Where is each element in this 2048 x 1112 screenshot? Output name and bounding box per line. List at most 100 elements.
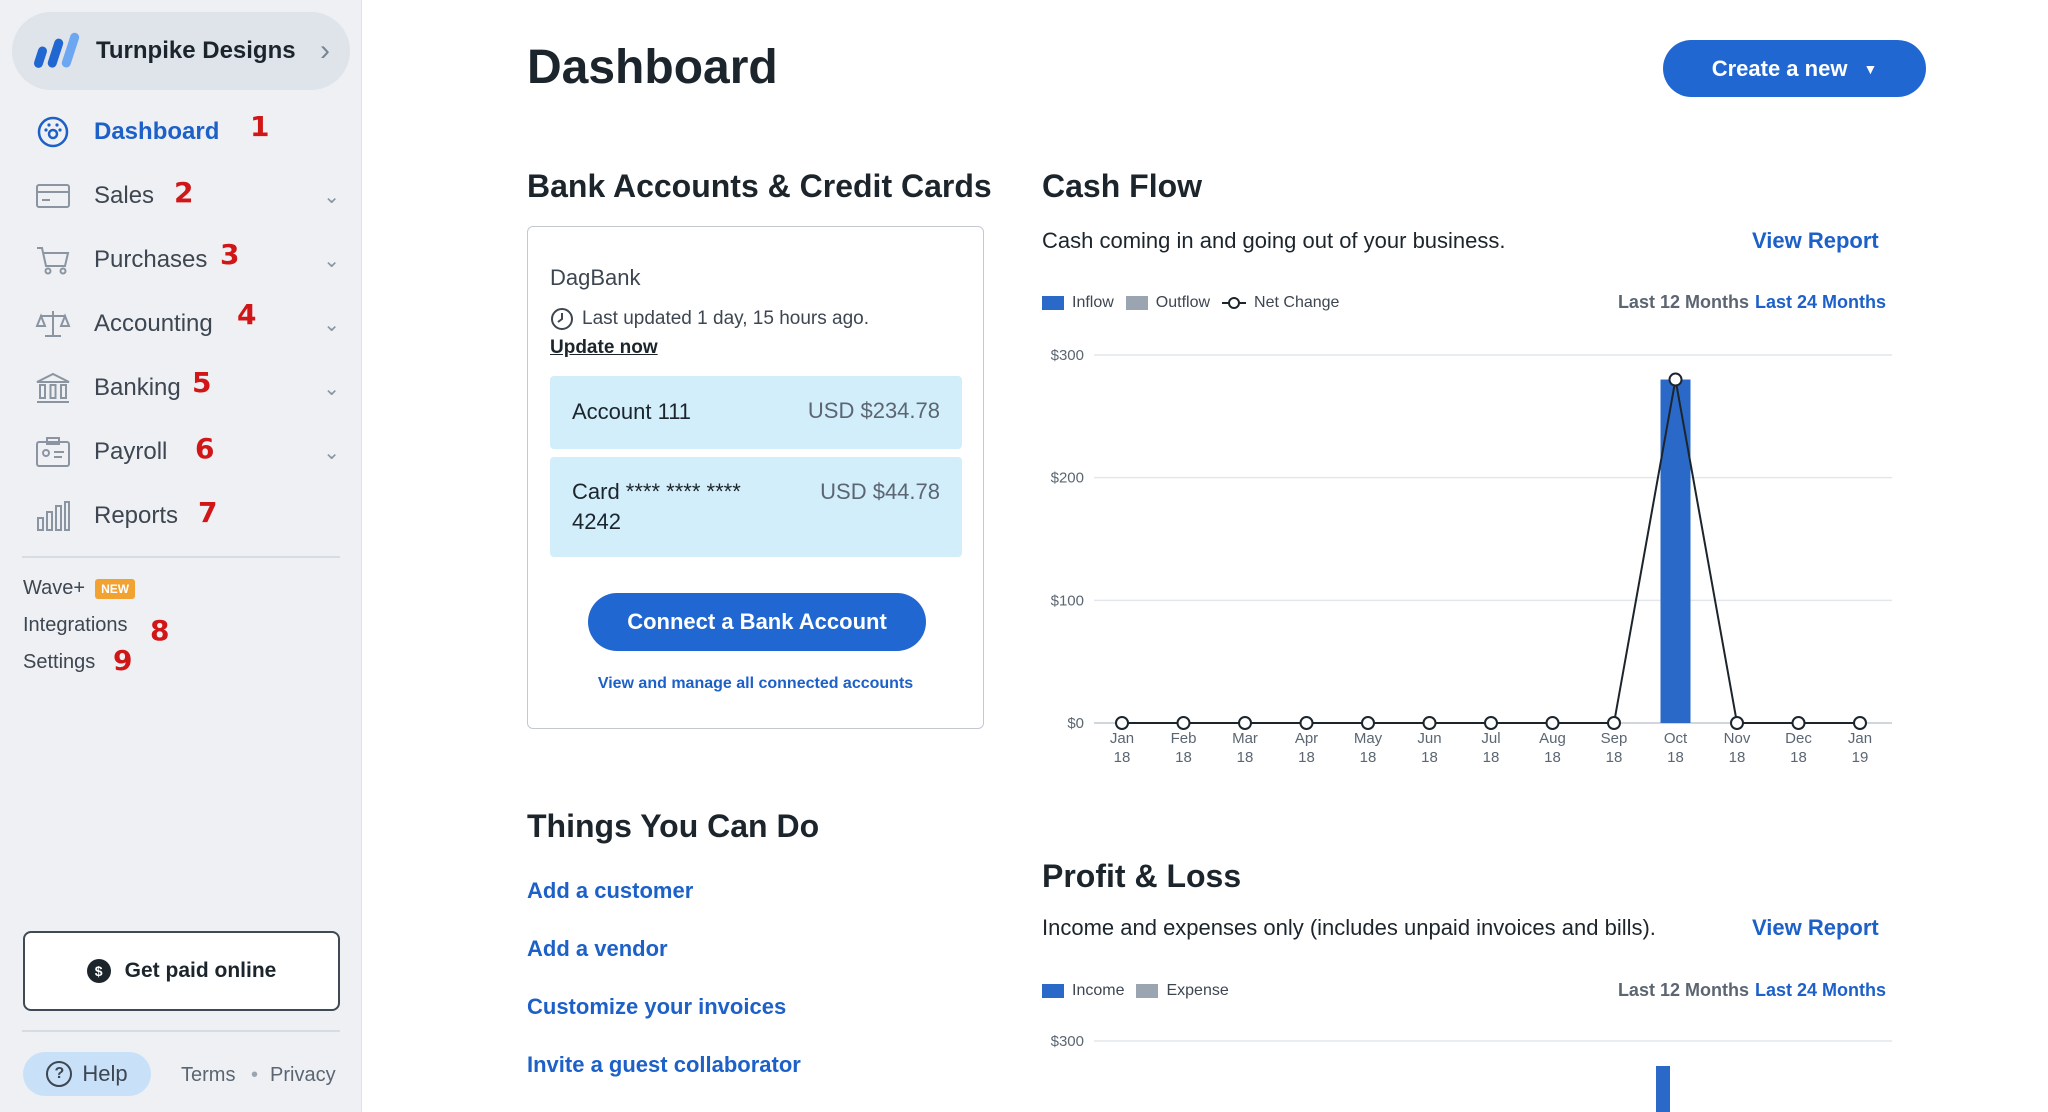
net-change-point <box>1607 716 1621 730</box>
annotation-marker: 8 <box>150 614 170 647</box>
sidebar-nav: Dashboard 1 Sales 2 ⌄ Purchases 3 ⌄ Acco… <box>0 100 362 548</box>
last-updated: Last updated 1 day, 15 hours ago. <box>550 307 869 331</box>
range-last-12-months[interactable]: Last 12 Months <box>1618 980 1749 1000</box>
x-tick-label: Dec 18 <box>1785 730 1812 766</box>
wave-logo-icon <box>33 32 80 68</box>
sidebar-item-reports[interactable]: Reports 7 <box>0 484 362 548</box>
chevron-down-icon: ⌄ <box>323 378 340 400</box>
cash-flow-view-report-link[interactable]: View Report <box>1752 228 1879 254</box>
legend-label: Income <box>1072 982 1125 999</box>
net-change-line <box>1122 379 1860 724</box>
x-tick-label: Oct 18 <box>1664 730 1688 766</box>
annotation-marker: 6 <box>195 432 215 465</box>
sidebar-link-integrations[interactable]: Integrations <box>23 614 128 637</box>
create-new-label: Create a new <box>1711 55 1848 81</box>
y-tick-label: $300 <box>1051 347 1084 364</box>
profit-loss-range: Last 12 Months Last 24 Months <box>1618 980 1886 1001</box>
sidebar-item-label: Payroll <box>94 438 168 465</box>
cash-flow-legend: Inflow Outflow Net Change <box>1042 294 1351 312</box>
x-tick-label: May 18 <box>1354 730 1383 766</box>
dollar-icon: $ <box>86 959 111 983</box>
y-tick-label: $100 <box>1051 592 1084 609</box>
sidebar-link-wave-plus[interactable]: Wave+ NEW <box>23 577 136 600</box>
sidebar-link-settings[interactable]: Settings <box>23 651 95 674</box>
help-button[interactable]: ? Help <box>23 1052 151 1096</box>
x-tick-label: Mar 18 <box>1232 730 1258 766</box>
create-new-button[interactable]: Create a new ▼ <box>1663 40 1926 97</box>
x-tick-label: Jun 18 <box>1417 730 1441 766</box>
range-last-24-months[interactable]: Last 24 Months <box>1755 980 1886 1000</box>
net-change-swatch-icon <box>1222 297 1247 309</box>
net-change-point <box>1115 716 1129 730</box>
x-tick-label: Aug 18 <box>1539 730 1566 766</box>
clock-icon <box>551 308 573 330</box>
bank-accounts-card: DagBank Last updated 1 day, 15 hours ago… <box>527 226 984 729</box>
annotation-marker: 2 <box>174 176 194 209</box>
sidebar-item-accounting[interactable]: Accounting 4 ⌄ <box>0 292 362 356</box>
customize-invoices-link[interactable]: Customize your invoices <box>527 994 786 1020</box>
cart-icon <box>34 243 72 277</box>
annotation-marker: 1 <box>250 110 270 143</box>
manage-accounts-link[interactable]: View and manage all connected accounts <box>528 675 983 693</box>
legend-item-income: Income <box>1042 982 1124 1000</box>
terms-link[interactable]: Terms <box>181 1064 235 1087</box>
x-tick-label: Apr 18 <box>1295 730 1318 766</box>
y-tick-label: $0 <box>1067 715 1084 732</box>
sidebar-item-label: Sales <box>94 182 155 209</box>
net-change-point <box>1176 716 1191 730</box>
sidebar-item-dashboard[interactable]: Dashboard 1 <box>0 100 362 164</box>
add-customer-link[interactable]: Add a customer <box>527 878 693 904</box>
bank-accounts-heading: Bank Accounts & Credit Cards <box>527 168 992 204</box>
legend-item-net-change: Net Change <box>1222 294 1339 312</box>
invite-collaborator-link[interactable]: Invite a guest collaborator <box>527 1052 801 1078</box>
net-change-point <box>1853 716 1867 730</box>
x-tick-label: Feb 18 <box>1171 730 1197 766</box>
sidebar-item-purchases[interactable]: Purchases 3 ⌄ <box>0 228 362 292</box>
sidebar-item-banking[interactable]: Banking 5 ⌄ <box>0 356 362 420</box>
account-row[interactable]: Card **** **** **** 4242 USD $44.78 <box>550 457 962 557</box>
net-change-point <box>1361 716 1375 730</box>
settings-label: Settings <box>23 651 96 673</box>
sidebar-item-sales[interactable]: Sales 2 ⌄ <box>0 164 362 228</box>
chevron-right-icon: › <box>320 34 330 67</box>
legend-swatch <box>1136 984 1159 998</box>
add-vendor-link[interactable]: Add a vendor <box>527 936 668 962</box>
update-now-link[interactable]: Update now <box>550 337 658 359</box>
net-change-point <box>1299 716 1314 730</box>
sidebar-item-label: Banking <box>94 374 181 401</box>
privacy-link[interactable]: Privacy <box>270 1064 336 1087</box>
annotation-marker: 5 <box>192 366 212 399</box>
account-balance: USD $234.78 <box>807 398 940 423</box>
profit-loss-heading: Profit & Loss <box>1042 858 1242 894</box>
inflow-bar <box>1660 379 1691 723</box>
cash-flow-subtitle: Cash coming in and going out of your bus… <box>1042 228 1506 253</box>
net-change-point <box>1730 716 1744 730</box>
legend-label: Inflow <box>1072 294 1114 311</box>
account-name: Account 111 <box>572 399 692 424</box>
account-row[interactable]: Account 111 USD $234.78 <box>550 376 962 449</box>
profit-loss-view-report-link[interactable]: View Report <box>1752 915 1879 941</box>
chevron-down-icon: ⌄ <box>323 442 340 464</box>
get-paid-online-button[interactable]: $ Get paid online <box>23 931 340 1011</box>
scale-icon <box>34 307 72 341</box>
annotation-marker: 9 <box>113 644 133 677</box>
bank-icon <box>34 371 72 405</box>
page-title: Dashboard <box>527 41 778 94</box>
net-change-point <box>1484 716 1498 730</box>
sidebar-item-payroll[interactable]: Payroll 6 ⌄ <box>0 420 362 484</box>
range-last-24-months[interactable]: Last 24 Months <box>1755 292 1886 312</box>
bank-name: DagBank <box>550 265 641 290</box>
cash-flow-heading: Cash Flow <box>1042 168 1203 204</box>
sidebar-divider <box>22 1030 340 1032</box>
x-tick-label: Sep 18 <box>1601 730 1628 766</box>
x-tick-label: Nov 18 <box>1724 730 1751 766</box>
sidebar: Turnpike Designs › Dashboard 1 Sales 2 ⌄… <box>0 0 362 1112</box>
range-last-12-months[interactable]: Last 12 Months <box>1618 292 1749 312</box>
annotation-marker: 7 <box>198 496 218 529</box>
sidebar-item-label: Reports <box>94 502 179 529</box>
business-switcher[interactable]: Turnpike Designs › <box>12 12 350 90</box>
cash-flow-chart: $0 $100 $200 $300 Jan 18 Feb 18 Mar 18 Apr 18 May 18 J… <box>1051 347 1892 766</box>
payroll-icon <box>34 435 72 469</box>
connect-bank-account-button[interactable]: Connect a Bank Account <box>588 593 926 651</box>
net-change-point <box>1791 716 1806 730</box>
